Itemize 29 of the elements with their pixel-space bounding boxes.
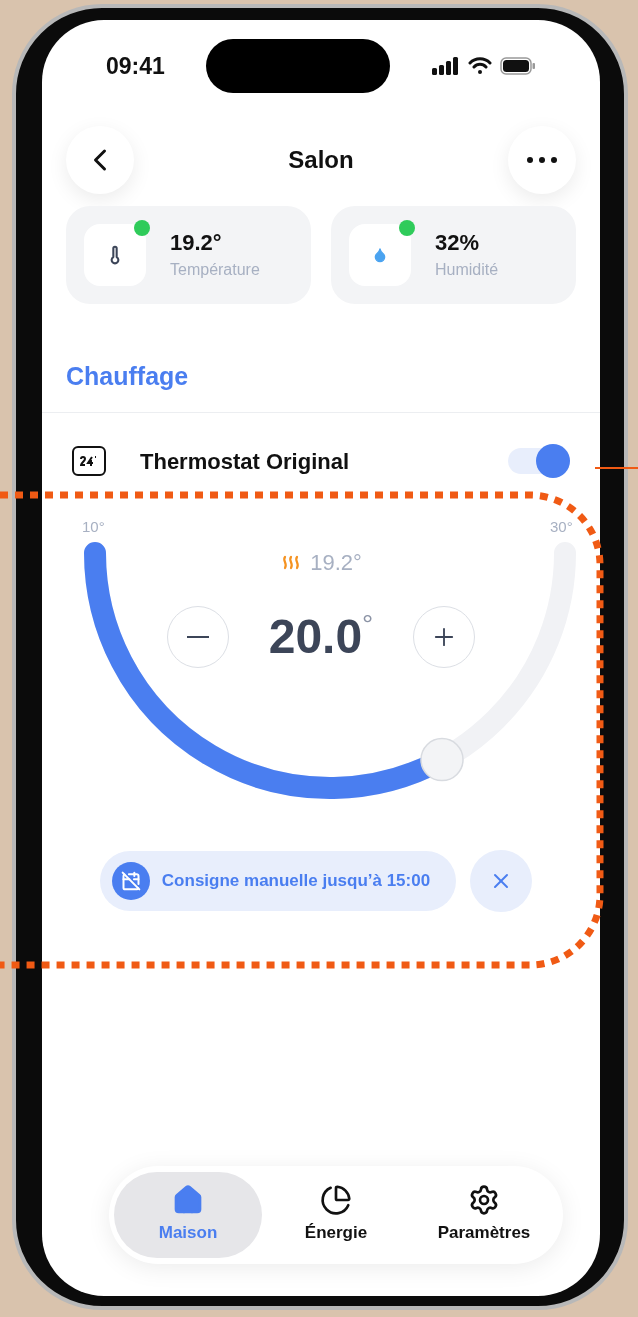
pie-chart-icon [320,1184,352,1217]
sensor-card[interactable]: 32% Humidité [331,206,576,304]
override-text: Consigne manuelle jusqu’à 15:00 [161,869,431,892]
thermostat-icon [72,446,106,476]
signal-icon [432,57,460,75]
sensor-label: Température [170,262,260,278]
section-title: Chauffage [66,361,190,392]
current-temperature: 19.2° [310,548,362,577]
sensor-label: Humidité [435,262,499,278]
sensor-card[interactable]: 19.2° Température [66,206,311,304]
sensor-value: 32% [435,232,481,254]
calendar-off-icon [111,861,150,900]
more-icon [527,157,557,163]
page-title: Salon [288,145,354,175]
sensor-value: 19.2° [170,232,223,254]
setpoint-value: 20.0° [268,608,374,665]
annotation-leader-line [595,467,638,469]
wifi-icon [468,57,492,75]
nav-tab[interactable]: Énergie [262,1172,410,1258]
dial-thumb[interactable] [420,737,464,781]
max-label: 30° [550,516,573,537]
device-name: Thermostat Original [140,447,350,476]
min-label: 10° [82,516,105,537]
nav-tab[interactable]: Paramètres [410,1172,558,1258]
settings-icon [468,1184,500,1217]
minus-icon [186,635,209,638]
status-time: 09:41 [106,51,165,81]
droplet-icon [372,247,388,263]
battery-icon [500,57,536,75]
